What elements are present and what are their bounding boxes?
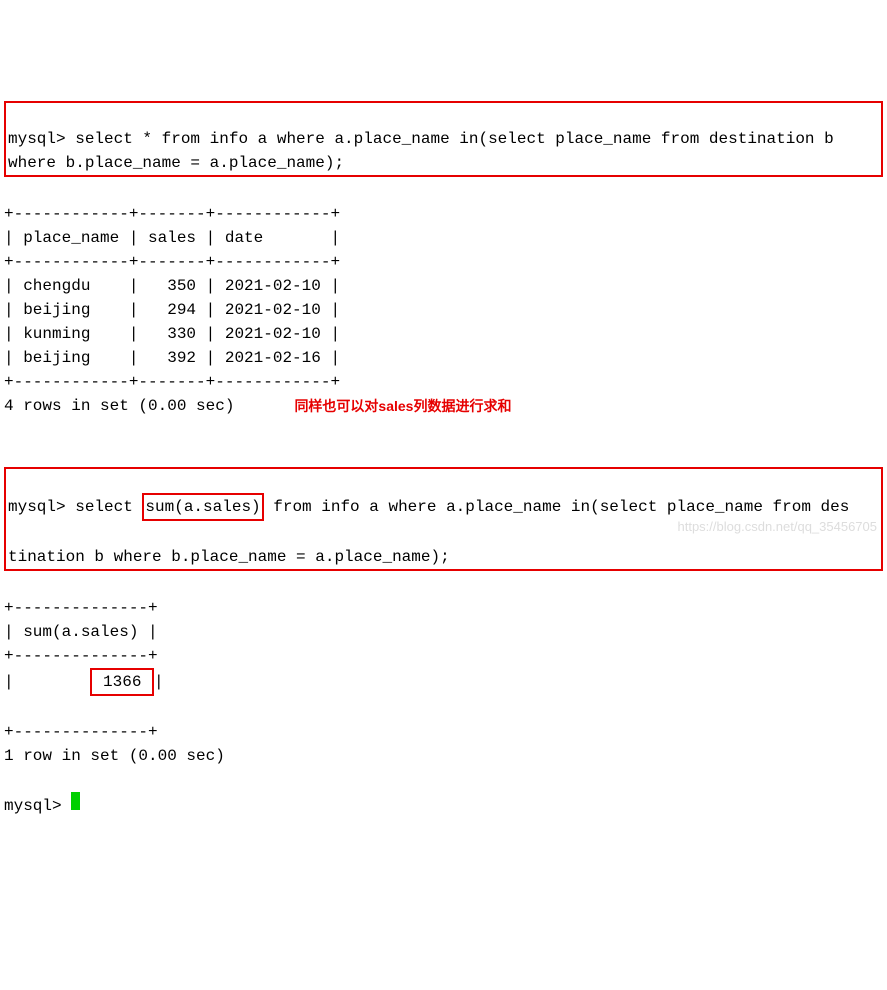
table1-row: | kunming | 330 | 2021-02-10 | xyxy=(4,325,340,343)
blank-line xyxy=(4,445,14,463)
cursor-icon xyxy=(71,792,80,810)
table2-summary: 1 row in set (0.00 sec) xyxy=(4,747,225,765)
table2-border-bot: +--------------+ xyxy=(4,723,158,741)
table1-row: | beijing | 294 | 2021-02-10 | xyxy=(4,301,340,319)
annotation-text: 同样也可以对sales列数据进行求和 xyxy=(294,396,511,417)
table1-border-bot: +------------+-------+------------+ xyxy=(4,373,340,391)
table1-row: | chengdu | 350 | 2021-02-10 | xyxy=(4,277,340,295)
table2-border-top: +--------------+ xyxy=(4,599,158,617)
table1-summary: 4 rows in set (0.00 sec) xyxy=(4,394,234,418)
blank-line xyxy=(4,771,14,789)
result-highlight-box: 1366 xyxy=(90,668,154,696)
table1-border-top: +------------+-------+------------+ xyxy=(4,205,340,223)
sum-highlight-box: sum(a.sales) xyxy=(142,493,263,521)
table1-border-mid: +------------+-------+------------+ xyxy=(4,253,340,271)
query1-box: mysql> select * from info a where a.plac… xyxy=(4,101,883,177)
final-prompt[interactable]: mysql> xyxy=(4,794,71,818)
table1-header: | place_name | sales | date | xyxy=(4,229,340,247)
table2-header: | sum(a.sales) | xyxy=(4,623,158,641)
query1-line2: where b.place_name = a.place_name); xyxy=(8,154,344,172)
table2-border-mid: +--------------+ xyxy=(4,647,158,665)
watermark-text: https://blog.csdn.net/qq_35456705 xyxy=(678,517,878,537)
prompt-query1: mysql> select * from info a where a.plac… xyxy=(8,130,834,148)
query2-line2: tination b where b.place_name = a.place_… xyxy=(8,548,450,566)
table2-row: | 1366 | xyxy=(4,668,883,696)
table1-row: | beijing | 392 | 2021-02-16 | xyxy=(4,349,340,367)
